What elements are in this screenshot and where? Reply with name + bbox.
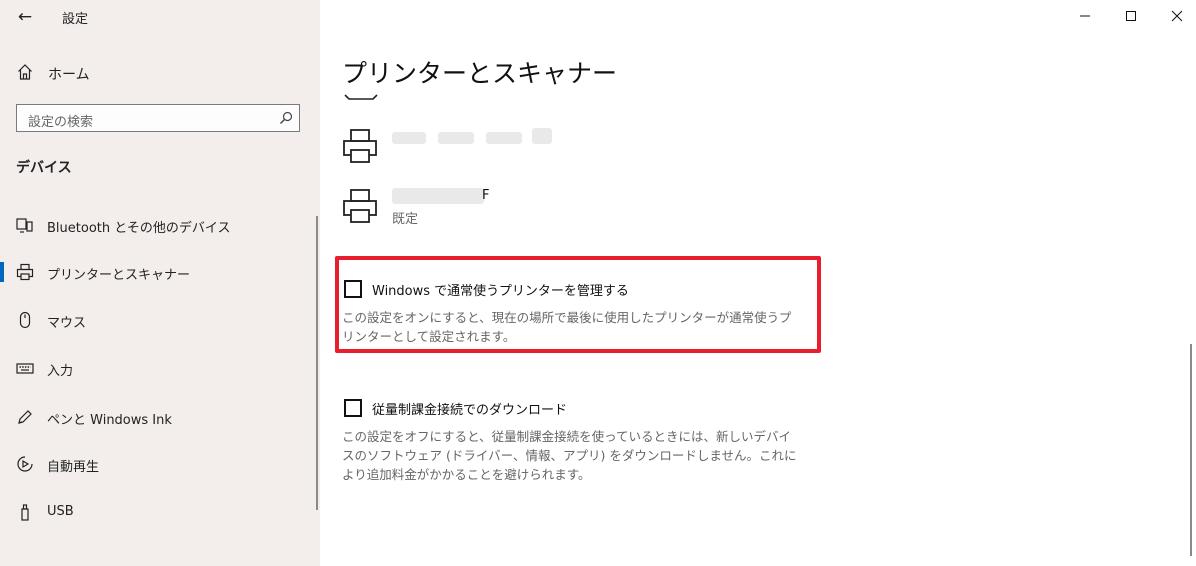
sidebar-item-label: Bluetooth とその他のデバイス <box>47 221 231 236</box>
sidebar-item-usb[interactable]: USB <box>0 497 312 527</box>
option-description: この設定をオフにすると、従量制課金接続を使っているときには、新しいデバイスのソフ… <box>342 429 797 482</box>
autoplay-icon <box>17 456 33 472</box>
sidebar-item-label: USB <box>47 504 74 519</box>
printer-icon <box>343 129 377 163</box>
sidebar-item-typing[interactable]: 入力 <box>0 353 312 383</box>
sidebar-item-label: ペンと Windows Ink <box>47 413 172 428</box>
printer-name: F <box>482 188 490 203</box>
main-content: プリンターとスキャナー F 既定 Windows で通常使うプリンターを管理する… <box>320 0 1196 566</box>
bluetooth-devices-icon <box>16 218 33 233</box>
sidebar: ← 設定 ホーム 設定の検索 デバイス Bluetooth とその他のデバイス … <box>0 0 320 566</box>
blurred-region <box>532 128 552 144</box>
blurred-region <box>438 132 474 144</box>
printer-icon <box>16 263 34 281</box>
metered-download-checkbox[interactable] <box>344 399 362 417</box>
maximize-icon <box>1126 11 1136 21</box>
close-button[interactable] <box>1154 0 1196 32</box>
page-title: プリンターとスキャナー <box>342 59 618 88</box>
mouse-icon <box>19 311 31 329</box>
option-description: この設定をオンにすると、現在の場所で最後に使用したプリンターが通常使うプリンター… <box>342 310 792 344</box>
printer-icon-partial <box>344 94 378 100</box>
sidebar-item-pen[interactable]: ペンと Windows Ink <box>0 402 312 432</box>
sidebar-item-label: マウス <box>47 316 87 331</box>
pen-icon <box>18 410 32 424</box>
printer-item[interactable] <box>342 128 782 176</box>
section-title: デバイス <box>16 160 72 176</box>
home-label: ホーム <box>48 67 90 83</box>
printer-status: 既定 <box>392 212 419 227</box>
close-icon <box>1171 10 1183 22</box>
back-button[interactable]: ← <box>14 6 36 28</box>
sidebar-item-printers[interactable]: プリンターとスキャナー <box>0 257 312 287</box>
usb-icon <box>21 504 29 521</box>
minimize-button[interactable] <box>1062 0 1108 32</box>
nav-home[interactable]: ホーム <box>0 60 312 86</box>
sidebar-item-label: プリンターとスキャナー <box>47 268 191 283</box>
printer-icon <box>343 189 377 223</box>
maximize-button[interactable] <box>1108 0 1154 32</box>
option-label: 従量制課金接続でのダウンロード <box>372 403 568 418</box>
option-label: Windows で通常使うプリンターを管理する <box>372 284 629 299</box>
blurred-region <box>392 188 484 204</box>
back-arrow-icon: ← <box>17 7 33 27</box>
blurred-region <box>486 132 522 144</box>
search-box[interactable]: 設定の検索 <box>16 104 300 132</box>
keyboard-icon <box>16 363 34 374</box>
blurred-region <box>392 132 426 144</box>
sidebar-item-autoplay[interactable]: 自動再生 <box>0 449 312 479</box>
sidebar-scrollbar[interactable] <box>316 216 318 510</box>
printer-item-default[interactable]: F 既定 <box>342 188 782 236</box>
sidebar-item-label: 自動再生 <box>47 460 100 475</box>
app-title: 設定 <box>62 12 89 27</box>
sidebar-item-bluetooth[interactable]: Bluetooth とその他のデバイス <box>0 210 312 240</box>
sidebar-item-label: 入力 <box>47 364 74 379</box>
minimize-icon <box>1080 15 1090 17</box>
main-scrollbar[interactable] <box>1190 344 1192 556</box>
search-icon <box>280 111 293 124</box>
home-icon <box>18 64 32 80</box>
manage-default-printer-checkbox[interactable] <box>344 280 362 298</box>
sidebar-item-mouse[interactable]: マウス <box>0 305 312 335</box>
search-placeholder: 設定の検索 <box>28 115 94 130</box>
